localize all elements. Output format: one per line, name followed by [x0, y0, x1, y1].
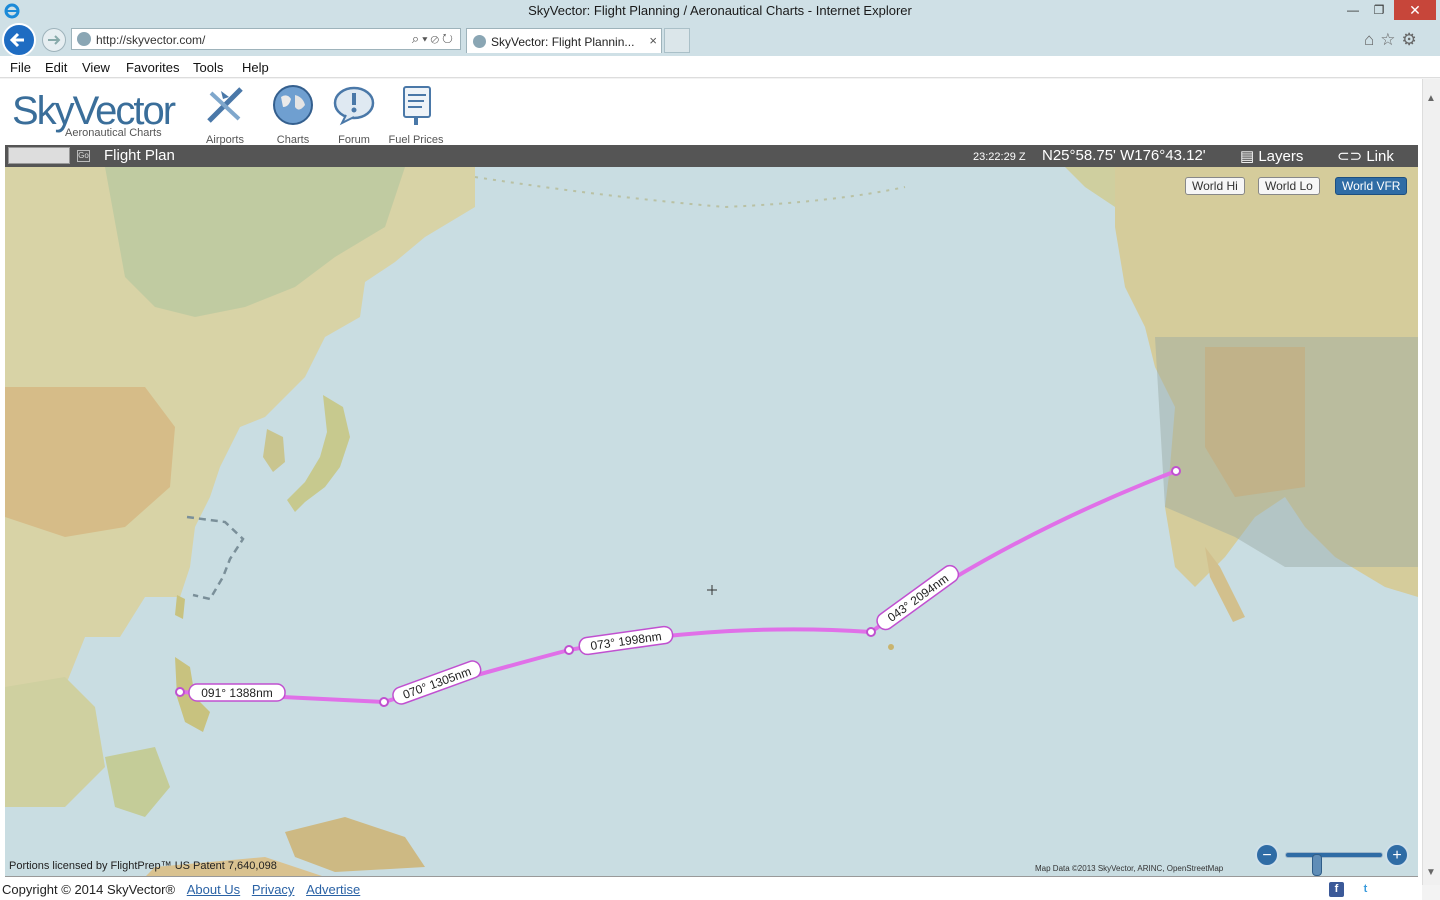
zoom-out-button[interactable]: − [1255, 843, 1279, 867]
logo-subtitle: Aeronautical Charts [65, 127, 162, 139]
zoom-in-button[interactable]: + [1385, 843, 1409, 867]
about-us-link[interactable]: About Us [187, 882, 240, 897]
forward-arrow-icon [48, 35, 61, 45]
menu-tools[interactable]: Tools [193, 60, 223, 75]
airport-icon [207, 87, 243, 123]
minimize-button[interactable]: — [1340, 0, 1366, 20]
map-canvas: 091° 1388nm 070° 1305nm 073° 1998nm 043°… [5, 167, 1418, 876]
copyright-text: Copyright © 2014 SkyVector® [2, 882, 176, 897]
new-tab-button[interactable] [664, 28, 690, 53]
layers-button[interactable]: ▤ Layers [1240, 147, 1303, 165]
window-titlebar: SkyVector: Flight Planning / Aeronautica… [0, 0, 1440, 22]
leg-label: 073° 1998nm [578, 625, 674, 656]
utc-clock: 23:22:29 Z [973, 151, 1026, 163]
twitter-icon[interactable]: t [1358, 882, 1373, 897]
tab-title: SkyVector: Flight Plannin... [491, 35, 635, 49]
privacy-link[interactable]: Privacy [252, 882, 295, 897]
layers-icon: ▤ [1240, 148, 1259, 165]
menu-help[interactable]: Help [242, 60, 269, 75]
waypoint-marker [564, 645, 574, 655]
leg-label: 091° 1388nm [188, 683, 286, 702]
link-icon: ⊂⊃ [1337, 148, 1367, 165]
zoom-control: − + [1255, 843, 1409, 876]
world-vfr-button[interactable]: World VFR [1335, 177, 1408, 195]
page-content: SkyVector Aeronautical Charts Airports C… [0, 79, 1422, 900]
layers-label: Layers [1258, 148, 1304, 165]
leg-label-text: 043° 2094nm [885, 571, 951, 624]
leg-label: 043° 2094nm [876, 564, 960, 631]
tab-close-icon[interactable]: × [649, 33, 657, 48]
menu-file[interactable]: File [10, 60, 31, 75]
menu-edit[interactable]: Edit [45, 60, 67, 75]
browser-tab[interactable]: SkyVector: Flight Plannin... × [466, 28, 662, 53]
home-favorites-settings-icons[interactable]: ⌂☆⚙ [1364, 30, 1423, 50]
license-notice: Portions licensed by FlightPrep™ US Pate… [9, 860, 277, 872]
nav-fuel-prices[interactable]: Fuel Prices [386, 83, 446, 146]
maximize-button[interactable]: ❐ [1366, 0, 1392, 20]
zoom-slider-track[interactable] [1285, 852, 1383, 876]
flight-route-line [179, 469, 1177, 705]
globe-icon [273, 85, 313, 125]
map-data-attribution: Map Data ©2013 SkyVector, ARINC, OpenStr… [1035, 864, 1224, 873]
skyvector-logo[interactable]: SkyVector Aeronautical Charts [12, 89, 192, 139]
forum-icon [333, 86, 375, 126]
link-label: Link [1366, 148, 1394, 165]
facebook-icon[interactable]: f [1329, 882, 1344, 897]
scroll-down-icon[interactable]: ▼ [1426, 867, 1436, 878]
advertise-link[interactable]: Advertise [306, 882, 360, 897]
map-crosshair-icon [707, 585, 717, 595]
site-favicon-icon [77, 32, 91, 46]
baja-california [1205, 547, 1245, 622]
waypoint-marker [175, 687, 185, 697]
adiz-boundary [186, 515, 245, 601]
address-tools-icon[interactable]: ⌕▾⊘↻ [412, 31, 456, 47]
leg-label-text: 091° 1388nm [201, 686, 273, 700]
waypoint-marker [866, 627, 876, 637]
menu-view[interactable]: View [82, 60, 110, 75]
forward-button[interactable] [42, 28, 66, 52]
fuel-sign-icon [403, 86, 431, 125]
browser-navigation-bar: http://skyvector.com/ ⌕▾⊘↻ SkyVector: Fl… [0, 22, 1440, 57]
southeast-asia [5, 677, 105, 807]
window-title: SkyVector: Flight Planning / Aeronautica… [528, 3, 912, 18]
menu-favorites[interactable]: Favorites [126, 60, 179, 75]
cursor-coordinates: N25°58.75' W176°43.12' [1042, 147, 1206, 164]
flight-plan-bar: Go Flight Plan 23:22:29 Z N25°58.75' W17… [5, 145, 1418, 167]
tab-favicon-icon [473, 35, 486, 48]
go-button[interactable]: Go [77, 150, 90, 162]
link-button[interactable]: ⊂⊃ Link [1337, 147, 1394, 165]
page-scrollbar[interactable]: ▲ ▼ [1422, 79, 1440, 885]
address-bar[interactable]: http://skyvector.com/ ⌕▾⊘↻ [71, 28, 461, 50]
menu-bar: File Edit View Favorites Tools Help [0, 56, 1440, 78]
close-window-button[interactable]: ✕ [1394, 0, 1436, 20]
waypoint-marker [379, 697, 389, 707]
nav-charts[interactable]: Charts [263, 83, 323, 146]
hawaii-islands [888, 644, 894, 650]
flight-plan-input[interactable] [8, 147, 70, 164]
new-guinea [285, 817, 425, 872]
page-footer: Copyright © 2014 SkyVector® About Us Pri… [2, 882, 360, 897]
back-arrow-icon [9, 32, 24, 48]
nav-forum[interactable]: Forum [324, 83, 384, 146]
chart-map[interactable]: 091° 1388nm 070° 1305nm 073° 1998nm 043°… [5, 167, 1418, 877]
back-button[interactable] [2, 23, 36, 57]
aleutian-islands [474, 176, 906, 209]
zoom-slider-handle[interactable] [1312, 854, 1322, 876]
korea-peninsula [263, 429, 285, 472]
leg-label: 070° 1305nm [392, 660, 482, 705]
address-url[interactable]: http://skyvector.com/ [96, 33, 205, 47]
taiwan [175, 595, 185, 619]
flight-plan-toggle[interactable]: Flight Plan [104, 147, 175, 164]
waypoint-marker [1171, 466, 1181, 476]
borneo [105, 747, 170, 817]
nav-airports[interactable]: Airports [195, 83, 255, 146]
world-hi-button[interactable]: World Hi [1185, 177, 1245, 195]
scroll-up-icon[interactable]: ▲ [1426, 93, 1436, 104]
world-lo-button[interactable]: World Lo [1258, 177, 1320, 195]
japan-islands [287, 395, 350, 512]
